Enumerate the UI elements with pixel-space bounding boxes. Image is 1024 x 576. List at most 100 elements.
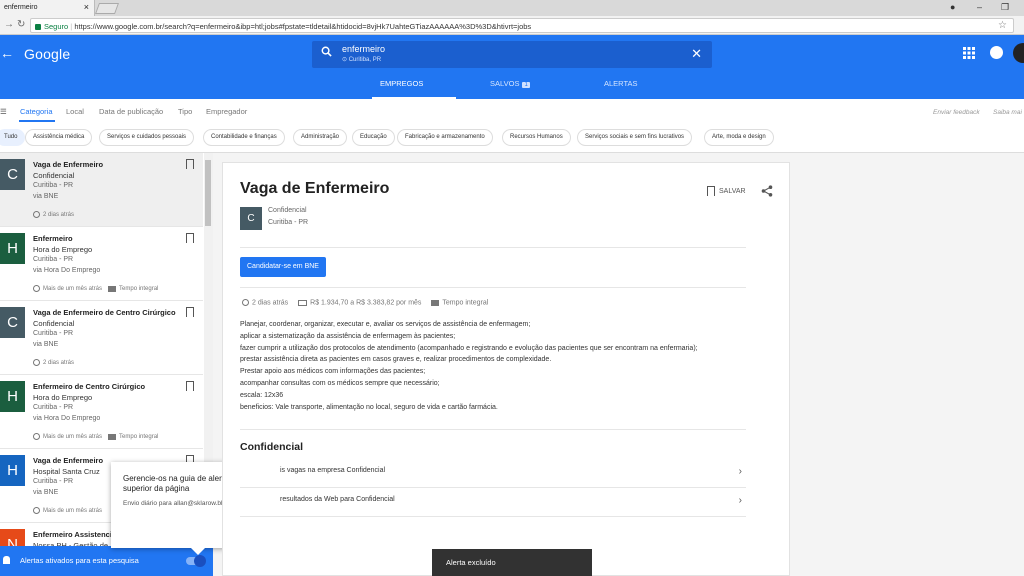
job-meta: Mais de um mês atrás Tempo integral	[33, 433, 158, 440]
bookmark-icon[interactable]	[186, 307, 194, 317]
filter-tab-tipo[interactable]: Tipo	[178, 107, 192, 116]
google-header: ← Google enfermeiro ⊙ Curitiba, PR ✕ EMP…	[0, 35, 1024, 99]
bell-icon	[3, 556, 10, 564]
briefcase-icon	[108, 433, 117, 440]
send-feedback-link[interactable]: Enviar feedback	[933, 109, 980, 116]
job-location: Curitiba - PR	[33, 330, 74, 337]
job-meta: 2 dias atrás	[33, 359, 74, 366]
browser-tab[interactable]: enfermeiro ×	[0, 0, 95, 16]
company-logo: C	[0, 307, 25, 338]
popup-arrow	[191, 548, 205, 555]
job-list-item[interactable]: H Enfermeiro Hora do Emprego Curitiba - …	[0, 227, 203, 301]
clear-search-icon[interactable]: ✕	[691, 46, 702, 62]
company-logo: H	[0, 455, 25, 486]
job-source: via Hora Do Emprego	[33, 415, 101, 422]
job-company: Hospital Santa Cruz	[33, 467, 100, 476]
job-location: Curitiba - PR	[33, 256, 74, 263]
salary-icon	[298, 299, 308, 306]
chip-tudo[interactable]: Tudo	[0, 129, 26, 146]
search-box[interactable]: enfermeiro ⊙ Curitiba, PR ✕	[312, 41, 712, 68]
chip-recursos-humanos[interactable]: Recursos Humanos	[502, 129, 571, 146]
job-location: Curitiba - PR	[33, 478, 74, 485]
new-tab-button[interactable]	[94, 3, 120, 14]
bookmark-icon[interactable]	[186, 381, 194, 391]
reload-icon[interactable]: ↻	[17, 19, 25, 30]
detail-company: Confidencial	[268, 207, 307, 214]
job-list-item[interactable]: C Vaga de Enfermeiro de Centro Cirúrgico…	[0, 301, 203, 375]
bookmark-star-icon[interactable]: ☆	[998, 20, 1007, 31]
alerts-bar: Alertas ativados para esta pesquisa	[0, 546, 213, 576]
company-logo: C	[0, 159, 25, 190]
company-logo: H	[0, 381, 25, 412]
chip-assistencia-medica[interactable]: Assistência médica	[25, 129, 93, 146]
share-icon[interactable]	[761, 185, 773, 197]
chevron-right-icon: ›	[738, 466, 742, 477]
search-input[interactable]: enfermeiro	[342, 44, 385, 54]
chip-administracao[interactable]: Administração	[293, 129, 348, 146]
secure-label: Seguro	[44, 22, 69, 31]
web-results-link[interactable]: resultados da Web para Confidencial ›	[240, 488, 746, 517]
forward-icon[interactable]: →	[4, 19, 14, 30]
filter-settings-icon[interactable]: ☰	[0, 107, 7, 116]
back-arrow-icon[interactable]: ←	[0, 45, 14, 61]
filter-tab-local[interactable]: Local	[66, 107, 84, 116]
apps-grid-icon[interactable]	[963, 47, 975, 59]
company-logo: H	[0, 233, 25, 264]
alerts-toggle[interactable]	[186, 555, 206, 567]
google-logo[interactable]: Google	[24, 46, 70, 62]
apply-button[interactable]: Candidatar-se em BNE	[240, 257, 326, 277]
tab-title: enfermeiro	[4, 4, 38, 11]
bookmark-icon[interactable]	[186, 233, 194, 243]
salvos-count-badge: 1	[522, 82, 530, 88]
briefcase-icon	[431, 299, 440, 306]
briefcase-icon	[108, 285, 117, 292]
job-meta: 2 dias atrás	[33, 211, 74, 218]
company-jobs-link[interactable]: is vagas na empresa Confidencial ›	[240, 459, 746, 488]
job-detail-title: Vaga de Enfermeiro	[240, 180, 390, 197]
toggle-knob	[194, 555, 206, 567]
minimize-icon[interactable]: –	[977, 2, 982, 12]
job-company: Hora do Emprego	[33, 245, 93, 254]
list-scrollbar-thumb[interactable]	[205, 160, 211, 226]
job-location: Curitiba - PR	[33, 182, 74, 189]
bookmark-icon	[707, 186, 715, 196]
clock-icon	[33, 211, 40, 218]
clock-icon	[33, 433, 40, 440]
chip-educacao[interactable]: Educação	[352, 129, 395, 146]
detail-location: Curitiba - PR	[268, 219, 309, 226]
chip-servicos-cuidados[interactable]: Serviços e cuidados pessoais	[99, 129, 195, 146]
job-meta: Mais de um mês atrás	[33, 507, 102, 514]
filter-tab-indicator	[19, 120, 55, 122]
save-button[interactable]: SALVAR	[707, 186, 746, 196]
job-source: via BNE	[33, 489, 59, 496]
tab-alertas[interactable]: ALERTAS	[604, 79, 638, 88]
avatar[interactable]	[1013, 43, 1024, 63]
filter-tab-data[interactable]: Data de publicação	[99, 107, 163, 116]
company-section-title: Confidencial	[240, 441, 304, 453]
profile-icon[interactable]: ●	[950, 2, 955, 12]
chip-contabilidade[interactable]: Contabilidade e finanças	[203, 129, 285, 146]
chip-fabricacao[interactable]: Fabricação e armazenamento	[397, 129, 493, 146]
url-text: https://www.google.com.br/search?q=enfer…	[74, 22, 532, 31]
clock-icon	[33, 507, 40, 514]
learn-more-link[interactable]: Saiba mai	[993, 109, 1022, 116]
divider	[240, 287, 746, 288]
filter-tab-empregador[interactable]: Empregador	[206, 107, 247, 116]
detail-meta: 2 dias atrás R$ 1.934,70 a R$ 3.383,82 p…	[242, 299, 488, 306]
clock-icon	[242, 299, 249, 306]
job-list-item[interactable]: H Enfermeiro de Centro Cirúrgico Hora do…	[0, 375, 203, 449]
notifications-icon[interactable]	[990, 46, 1003, 59]
chip-servicos-sociais[interactable]: Serviços sociais e sem fins lucrativos	[577, 129, 693, 146]
job-source: via Hora Do Emprego	[33, 267, 101, 274]
tab-empregos[interactable]: EMPREGOS	[380, 79, 423, 88]
restore-icon[interactable]: ❐	[1001, 2, 1009, 13]
url-input[interactable]: Seguro | https://www.google.com.br/searc…	[30, 18, 1014, 33]
search-icon	[321, 46, 332, 57]
job-list-item[interactable]: C Vaga de Enfermeiro Confidencial Curiti…	[0, 153, 203, 227]
chip-arte-moda[interactable]: Arte, moda e design	[704, 129, 774, 146]
tab-salvos[interactable]: SALVOS 1	[490, 79, 530, 88]
bookmark-icon[interactable]	[186, 159, 194, 169]
browser-tabstrip: enfermeiro × ● – ❐	[0, 0, 1024, 16]
close-tab-icon[interactable]: ×	[84, 2, 89, 12]
filter-tab-categoria[interactable]: Categoria	[20, 107, 53, 116]
